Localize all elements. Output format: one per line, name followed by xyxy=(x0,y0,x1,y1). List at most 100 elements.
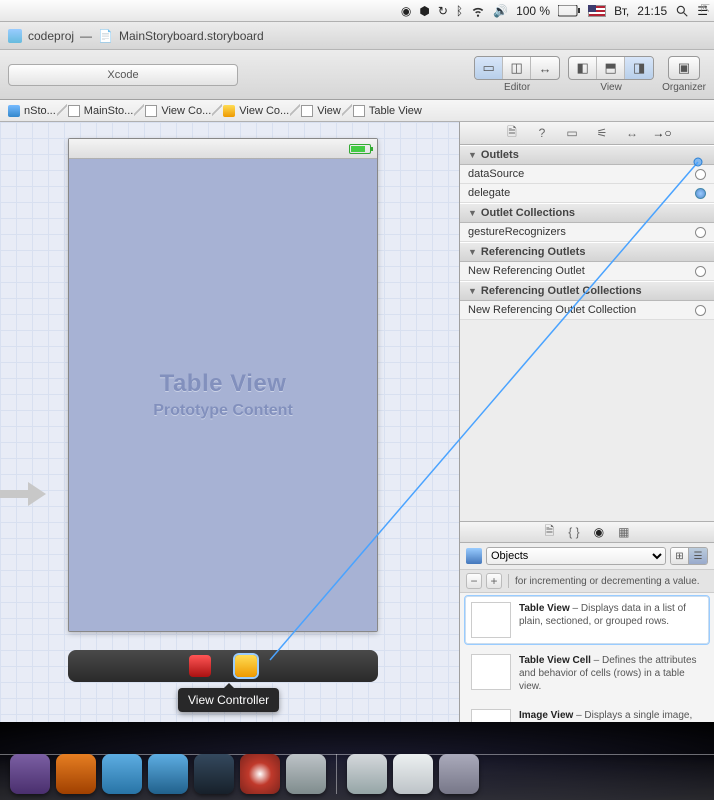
outlet-row-delegate[interactable]: delegate xyxy=(460,184,714,203)
section-label: Referencing Outlet Collections xyxy=(481,285,642,297)
spotlight-icon[interactable] xyxy=(675,4,689,18)
view-label: View xyxy=(600,82,622,93)
file-name: MainStoryboard.storyboard xyxy=(119,29,264,43)
dock-app-media[interactable] xyxy=(240,754,280,794)
view-debug-button[interactable]: ⬒ xyxy=(597,57,625,79)
media-library-tab[interactable]: ▦ xyxy=(618,525,629,539)
volume-icon[interactable]: 🔊 xyxy=(493,4,508,18)
dock-app-sublime[interactable] xyxy=(56,754,96,794)
outlet-row-datasource[interactable]: dataSource xyxy=(460,165,714,184)
connection-circle[interactable] xyxy=(695,169,706,180)
crumb-project[interactable]: nSto... xyxy=(2,100,62,121)
disclosure-icon: ▼ xyxy=(468,286,477,296)
dock-folder[interactable] xyxy=(347,754,387,794)
connection-circle[interactable] xyxy=(695,305,706,316)
mac-menubar: ◉ ⬢ ↻ ᛒ 🔊 100 % Вт, 21:15 ☰ xyxy=(0,0,714,22)
library-filter-bar: Objects ⊞ ☰ xyxy=(460,543,714,570)
popout-icon[interactable]: ⇱ xyxy=(701,2,710,15)
size-inspector-tab[interactable]: ↔ xyxy=(623,125,641,141)
app-icon[interactable]: ◉ xyxy=(401,4,411,18)
connection-circle[interactable] xyxy=(695,227,706,238)
ref-outlet-coll-section-header[interactable]: ▼ Referencing Outlet Collections xyxy=(460,281,714,301)
identity-inspector-tab[interactable]: ▭ xyxy=(563,125,581,141)
connection-circle[interactable] xyxy=(695,188,706,199)
library-list-button[interactable]: ☰ xyxy=(689,548,707,564)
dock-app-phpstorm[interactable] xyxy=(10,754,50,794)
organizer-label: Organizer xyxy=(662,82,706,93)
crumb-label: View xyxy=(317,105,341,117)
project-name: codeproj xyxy=(28,29,74,43)
library-collapse-button[interactable]: − xyxy=(466,573,482,589)
library-grid-button[interactable]: ⊞ xyxy=(671,548,689,564)
view-controller-icon[interactable] xyxy=(235,655,257,677)
crumb-view[interactable]: View xyxy=(295,100,347,121)
crumb-vc[interactable]: View Co... xyxy=(217,100,295,121)
desktop-background xyxy=(0,722,714,800)
table-view[interactable]: Table View Prototype Content xyxy=(69,159,377,631)
disclosure-icon: ▼ xyxy=(468,247,477,257)
main-area: Table View Prototype Content View Contro… xyxy=(0,122,714,776)
tableview-icon xyxy=(353,105,365,117)
shield-icon[interactable]: ⬢ xyxy=(419,4,429,18)
view-nav-button[interactable]: ◧ xyxy=(569,57,597,79)
library-item-tableview[interactable]: Table View – Displays data in a list of … xyxy=(464,595,710,645)
battery-text: 100 % xyxy=(516,4,550,18)
row-label: New Referencing Outlet xyxy=(468,265,585,277)
first-responder-icon[interactable] xyxy=(189,655,211,677)
input-flag-icon[interactable] xyxy=(588,5,606,17)
bluetooth-icon[interactable]: ᛒ xyxy=(456,4,463,18)
library-expand-button[interactable]: + xyxy=(486,573,502,589)
dock-app-mail[interactable] xyxy=(148,754,188,794)
dock-documents[interactable] xyxy=(393,754,433,794)
library-category-select[interactable]: Objects xyxy=(486,547,666,565)
object-library-tab[interactable]: ◉ xyxy=(594,525,604,539)
scene: Table View Prototype Content xyxy=(68,138,378,724)
crumb-label: View Co... xyxy=(239,105,289,117)
sync-icon[interactable]: ↻ xyxy=(438,4,448,18)
editor-version-button[interactable]: ↔ xyxy=(531,57,559,79)
editor-assistant-button[interactable]: ◫ xyxy=(503,57,531,79)
view-icon xyxy=(301,105,313,117)
crumb-label: nSto... xyxy=(24,105,56,117)
code-snippets-tab[interactable]: { } xyxy=(568,525,579,539)
project-icon xyxy=(8,105,20,117)
connections-inspector-tab[interactable]: →○ xyxy=(653,125,671,141)
editor-label: Editor xyxy=(504,82,530,93)
storyboard-icon xyxy=(68,105,80,117)
row-label: dataSource xyxy=(468,168,524,180)
wifi-icon[interactable] xyxy=(471,4,485,18)
tableview-title: Table View xyxy=(160,370,287,398)
file-icon: 📄 xyxy=(98,29,113,43)
connection-circle[interactable] xyxy=(695,266,706,277)
crumb-tableview[interactable]: Table View xyxy=(347,100,428,121)
outlet-row-gesture[interactable]: gestureRecognizers xyxy=(460,223,714,242)
dock-app-terminal[interactable] xyxy=(194,754,234,794)
library-item-tableviewcell[interactable]: Table View Cell – Defines the attributes… xyxy=(464,647,710,700)
file-inspector-tab[interactable]: 🗎 xyxy=(503,125,521,141)
outlet-collections-section-header[interactable]: ▼Outlet Collections xyxy=(460,203,714,223)
dock-app-xcode[interactable] xyxy=(102,754,142,794)
crumb-storyboard[interactable]: MainSto... xyxy=(62,100,140,121)
file-templates-tab[interactable]: 🗎 xyxy=(545,522,555,543)
view-util-button[interactable]: ◨ xyxy=(625,57,653,79)
crumb-vc-scene[interactable]: View Co... xyxy=(139,100,217,121)
dock-app-preferences[interactable] xyxy=(286,754,326,794)
new-ref-outlet-coll-row[interactable]: New Referencing Outlet Collection xyxy=(460,301,714,320)
dock-trash[interactable] xyxy=(439,754,479,794)
editor-standard-button[interactable]: ▭ xyxy=(475,57,503,79)
battery-icon[interactable] xyxy=(558,5,580,17)
outlets-section-header[interactable]: ▼Outlets xyxy=(460,145,714,165)
lib-thumb xyxy=(471,602,511,638)
new-ref-outlet-row[interactable]: New Referencing Outlet xyxy=(460,262,714,281)
library-tabs: 🗎 { } ◉ ▦ xyxy=(460,521,714,543)
scheme-selector[interactable]: Xcode xyxy=(8,64,238,86)
ref-outlets-section-header[interactable]: ▼Referencing Outlets xyxy=(460,242,714,262)
row-label: gestureRecognizers xyxy=(468,226,566,238)
editor-segment: ▭ ◫ ↔ xyxy=(474,56,560,80)
organizer-button[interactable]: ▣ xyxy=(668,56,700,80)
initial-scene-arrow[interactable] xyxy=(0,474,50,514)
attributes-inspector-tab[interactable]: ⚟ xyxy=(593,125,611,141)
help-inspector-tab[interactable]: ? xyxy=(533,125,551,141)
library-cube-icon xyxy=(466,548,482,564)
storyboard-canvas[interactable]: Table View Prototype Content View Contro… xyxy=(0,122,460,776)
